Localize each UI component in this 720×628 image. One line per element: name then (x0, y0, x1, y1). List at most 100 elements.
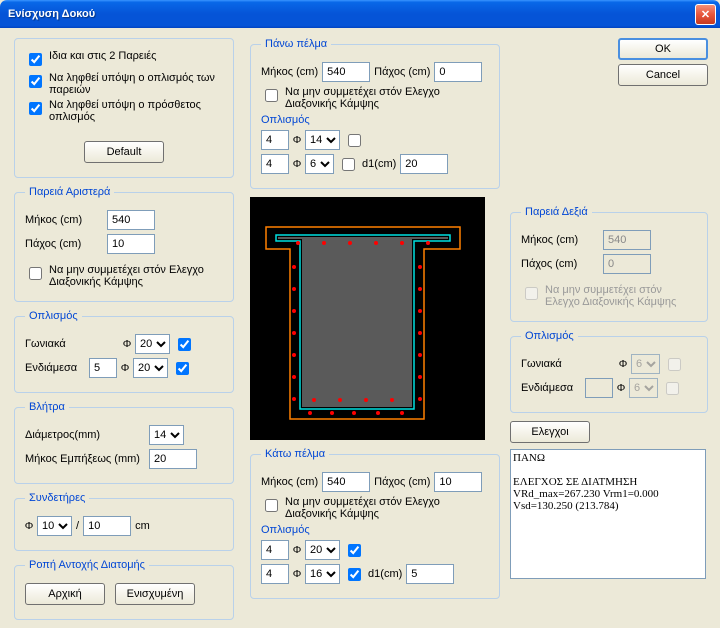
right-corner-label: Γωνιακά (521, 358, 581, 370)
cancel-button[interactable]: Cancel (618, 64, 708, 86)
bot-d1-input[interactable] (406, 564, 454, 584)
tie-dist-input[interactable] (83, 516, 131, 536)
left-reinf-legend: Οπλισμός (25, 310, 82, 322)
right-exclude-checkbox (525, 287, 538, 300)
bot-length-label: Μήκος (cm) (261, 476, 318, 488)
bot-d1-label: d1(cm) (368, 568, 402, 580)
dowel-diam-select[interactable]: 14 (149, 425, 184, 445)
section-diagram (250, 197, 485, 440)
phi-b2: Φ (293, 568, 301, 580)
right-side-legend: Παρειά Δεξιά (521, 206, 592, 218)
results-textarea[interactable] (510, 449, 706, 579)
top-r2-checkbox[interactable] (342, 158, 355, 171)
left-corner-checkbox[interactable] (178, 338, 191, 351)
right-thickness-input (603, 254, 651, 274)
bot-r2-phi-select[interactable]: 16 (305, 564, 340, 584)
top-d1-label: d1(cm) (362, 158, 396, 170)
right-mid-n-input (585, 378, 613, 398)
right-corner-checkbox (668, 358, 681, 371)
left-mid-n-input[interactable] (89, 358, 117, 378)
ok-button[interactable]: OK (618, 38, 708, 60)
phi-b1: Φ (293, 544, 301, 556)
initial-button[interactable]: Αρχική (25, 583, 105, 605)
top-length-input[interactable] (322, 62, 370, 82)
left-mid-checkbox[interactable] (176, 362, 189, 375)
top-d1-input[interactable] (400, 154, 448, 174)
bot-thickness-label: Πάχος (cm) (374, 476, 430, 488)
close-button[interactable]: ✕ (695, 4, 716, 25)
moment-legend: Ροπή Αντοχής Διατομής (25, 559, 149, 571)
bot-r1-n-input[interactable] (261, 540, 289, 560)
left-side-legend: Παρειά Αριστερά (25, 186, 114, 198)
phi-r2: Φ (617, 382, 625, 394)
consider-extra-reinf-checkbox[interactable] (29, 102, 42, 115)
right-mid-checkbox (666, 382, 679, 395)
dowel-diam-label: Διάμετρος(mm) (25, 429, 145, 441)
top-r1-checkbox[interactable] (348, 134, 361, 147)
phi-label-2: Φ (121, 362, 129, 374)
phi-t1: Φ (293, 134, 301, 146)
left-length-input[interactable] (107, 210, 155, 230)
left-mid-label: Ενδιάμεσα (25, 362, 85, 374)
left-mid-phi-select[interactable]: 20 (133, 358, 168, 378)
right-side-group: Παρειά Δεξιά Μήκος (cm) Πάχος (cm) Να μη… (510, 206, 708, 322)
left-length-label: Μήκος (cm) (25, 214, 103, 226)
strengthened-button[interactable]: Ενισχυμένη (115, 583, 195, 605)
top-r1-n-input[interactable] (261, 130, 289, 150)
ties-group: Συνδετήρες Φ 10 / cm (14, 492, 234, 551)
right-length-label: Μήκος (cm) (521, 234, 599, 246)
checks-button[interactable]: Ελεγχοι (510, 421, 590, 443)
moment-group: Ροπή Αντοχής Διατομής Αρχική Ενισχυμένη (14, 559, 234, 620)
left-thickness-input[interactable] (107, 234, 155, 254)
consider-extra-reinf-label: Να ληφθεί υπόψη ο πρόσθετος οπλισμός (49, 99, 223, 123)
dowels-group: Βλήτρα Διάμετρος(mm) 14 Μήκος Εμπήξεως (… (14, 401, 234, 484)
right-reinf-legend: Οπλισμός (521, 330, 578, 342)
right-mid-label: Ενδιάμεσα (521, 382, 581, 394)
top-thickness-label: Πάχος (cm) (374, 66, 430, 78)
left-corner-label: Γωνιακά (25, 338, 85, 350)
cm-label: cm (135, 520, 150, 532)
consider-side-reinf-checkbox[interactable] (29, 75, 42, 88)
top-r2-phi-select[interactable]: 6 (305, 154, 334, 174)
top-r1-phi-select[interactable]: 14 (305, 130, 340, 150)
bottom-flange-group: Κάτω πέλμα Μήκος (cm) Πάχος (cm) Να μην … (250, 448, 500, 599)
dowel-len-label: Μήκος Εμπήξεως (mm) (25, 453, 145, 465)
bot-exclude-checkbox[interactable] (265, 499, 278, 512)
bot-length-input[interactable] (322, 472, 370, 492)
bot-reinf-label: Οπλισμός (261, 524, 489, 536)
left-corner-phi-select[interactable]: 20 (135, 334, 170, 354)
dowel-len-input[interactable] (149, 449, 197, 469)
top-r2-n-input[interactable] (261, 154, 289, 174)
slash-label: / (76, 520, 79, 532)
bot-thickness-input[interactable] (434, 472, 482, 492)
left-thickness-label: Πάχος (cm) (25, 238, 103, 250)
bot-r2-n-input[interactable] (261, 564, 289, 584)
left-exclude-checkbox[interactable] (29, 267, 42, 280)
top-exclude-label: Να μην συμμετέχει στόν Ελεγχο Διαξονικής… (285, 86, 489, 110)
default-button[interactable]: Default (84, 141, 164, 163)
bottom-flange-legend: Κάτω πέλμα (261, 448, 329, 460)
left-side-group: Παρειά Αριστερά Μήκος (cm) Πάχος (cm) Να… (14, 186, 234, 302)
same-both-sides-label: Ιδια και στις 2 Παρειές (49, 50, 223, 62)
tie-phi-select[interactable]: 10 (37, 516, 72, 536)
left-exclude-label: Να μην συμμετέχει στόν Ελεγχο Διαξονικής… (49, 264, 223, 288)
left-reinf-group: Οπλισμός Γωνιακά Φ 20 Ενδιάμεσα Φ 20 (14, 310, 234, 393)
phi-r1: Φ (619, 358, 627, 370)
options-group: Ιδια και στις 2 Παρειές Να ληφθεί υπόψη … (14, 38, 234, 178)
right-exclude-label: Να μην συμμετέχει στόν Ελεγχο Διαξονικής… (545, 284, 697, 308)
top-thickness-input[interactable] (434, 62, 482, 82)
phi-t2: Φ (293, 158, 301, 170)
top-exclude-checkbox[interactable] (265, 89, 278, 102)
ties-legend: Συνδετήρες (25, 492, 89, 504)
window-title: Ενίσχυση Δοκού (8, 8, 695, 20)
bot-r2-checkbox[interactable] (348, 568, 361, 581)
tie-phi-label: Φ (25, 520, 33, 532)
titlebar: Ενίσχυση Δοκού ✕ (0, 0, 720, 28)
bot-r1-checkbox[interactable] (348, 544, 361, 557)
consider-side-reinf-label: Να ληφθεί υπόψη ο οπλισμός των παρειών (49, 72, 223, 96)
top-reinf-label: Οπλισμός (261, 114, 489, 126)
close-icon: ✕ (701, 8, 710, 21)
same-both-sides-checkbox[interactable] (29, 53, 42, 66)
bot-r1-phi-select[interactable]: 20 (305, 540, 340, 560)
right-corner-phi-select: 6 (631, 354, 660, 374)
